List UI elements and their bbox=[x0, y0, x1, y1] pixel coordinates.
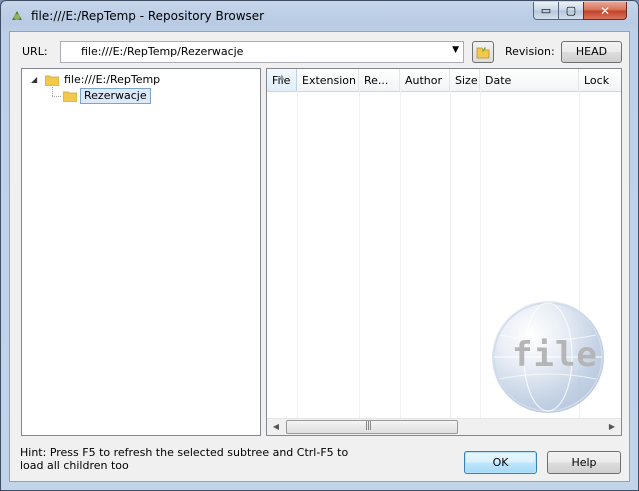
column-header-size[interactable]: Size bbox=[450, 69, 480, 91]
url-value[interactable]: file:///E:/RepTemp/Rezerwacje bbox=[81, 45, 243, 58]
url-combobox[interactable]: file:///E:/RepTemp/Rezerwacje ▼ bbox=[60, 41, 464, 63]
url-label: URL: bbox=[22, 45, 48, 58]
repository-browser-window: file:///E:/RepTemp - Repository Browser … bbox=[0, 0, 639, 491]
tree-connector bbox=[52, 87, 53, 96]
tree-item-rezerwacje[interactable]: Rezerwacje bbox=[80, 88, 151, 104]
column-gridline bbox=[480, 91, 481, 418]
browse-url-button[interactable] bbox=[472, 41, 494, 63]
minimize-button[interactable]: ▭ bbox=[533, 2, 559, 20]
scrollbar-thumb[interactable]: ||| bbox=[286, 420, 458, 434]
column-header-author[interactable]: Author bbox=[400, 69, 450, 91]
dropdown-arrow-icon[interactable]: ▼ bbox=[452, 45, 459, 55]
hint-text: Hint: Press F5 to refresh the selected s… bbox=[20, 446, 349, 472]
column-label: Size bbox=[455, 74, 478, 87]
ok-button[interactable]: OK bbox=[464, 451, 537, 474]
collapse-icon[interactable]: ◢ bbox=[31, 75, 37, 84]
column-header-revision[interactable]: Re... bbox=[359, 69, 400, 91]
grip-icon: ||| bbox=[365, 421, 372, 431]
sort-ascending-icon: ▲ bbox=[279, 73, 285, 81]
column-gridline bbox=[450, 91, 451, 418]
scroll-right-icon[interactable]: ▶ bbox=[606, 421, 618, 433]
close-button[interactable]: ✕ bbox=[583, 2, 627, 20]
column-label: Lock bbox=[584, 74, 610, 87]
column-header-lock[interactable]: Lock bbox=[579, 69, 621, 91]
revision-label: Revision: bbox=[505, 45, 555, 58]
folder-icon bbox=[63, 91, 77, 102]
revision-button[interactable]: HEAD bbox=[561, 41, 622, 63]
column-label: Date bbox=[485, 74, 512, 87]
window-title: file:///E:/RepTemp - Repository Browser bbox=[31, 9, 265, 23]
column-label: Author bbox=[405, 74, 443, 87]
file-globe-watermark: file bbox=[492, 301, 604, 413]
maximize-button[interactable]: ▢ bbox=[558, 2, 584, 20]
column-gridline bbox=[400, 91, 401, 418]
minimize-icon: ▭ bbox=[540, 4, 552, 17]
column-gridline bbox=[297, 91, 298, 418]
watermark-text: file bbox=[512, 335, 598, 375]
column-gridline bbox=[359, 91, 360, 418]
scroll-left-icon[interactable]: ◀ bbox=[270, 421, 282, 433]
repository-tree[interactable]: ◢ file:///E:/RepTemp Rezerwacje bbox=[21, 68, 261, 436]
column-header-date[interactable]: Date bbox=[480, 69, 579, 91]
title-bar[interactable]: file:///E:/RepTemp - Repository Browser … bbox=[1, 1, 638, 31]
tree-root-label[interactable]: file:///E:/RepTemp bbox=[64, 73, 160, 89]
horizontal-scrollbar[interactable]: ◀ ||| ▶ bbox=[267, 418, 621, 435]
column-label: Re... bbox=[364, 74, 389, 87]
close-icon: ✕ bbox=[599, 4, 611, 18]
app-icon bbox=[9, 8, 25, 24]
file-list[interactable]: ▲ File Extension Re... Author Size Date bbox=[266, 68, 622, 436]
client-area: URL: file:///E:/RepTemp/Rezerwacje ▼ Rev… bbox=[9, 31, 630, 482]
folder-icon bbox=[45, 75, 59, 86]
column-header-extension[interactable]: Extension bbox=[297, 69, 359, 91]
maximize-icon: ▢ bbox=[565, 4, 577, 17]
list-header: ▲ File Extension Re... Author Size Date bbox=[267, 69, 621, 92]
help-button[interactable]: Help bbox=[547, 451, 621, 474]
column-header-file[interactable]: ▲ File bbox=[267, 69, 297, 91]
folder-open-icon bbox=[476, 47, 490, 59]
column-label: Extension bbox=[302, 74, 357, 87]
tree-connector bbox=[52, 96, 61, 97]
